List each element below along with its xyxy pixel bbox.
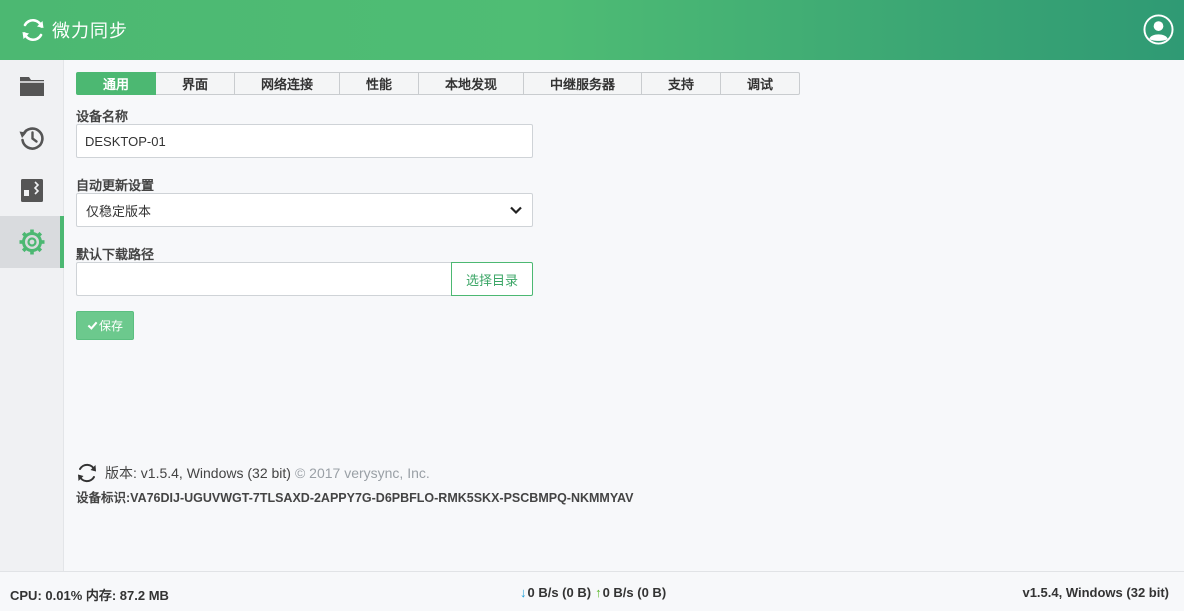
- sidebar: [0, 60, 64, 571]
- choose-directory-button[interactable]: 选择目录: [451, 262, 533, 296]
- sync-icon: [78, 463, 96, 483]
- sidebar-item-settings[interactable]: [0, 216, 64, 268]
- save-button-label: 保存: [98, 319, 123, 333]
- status-bar: CPU: 0.01% 内存: 87.2 MB ↓ 0 B/s (0 B) ↑ 0…: [0, 571, 1184, 611]
- folder-icon: [20, 77, 44, 96]
- logo: 微力同步: [20, 17, 128, 43]
- cpu-memory-status: CPU: 0.01% 内存: 87.2 MB: [10, 588, 169, 603]
- download-path-group: 选择目录: [76, 262, 533, 296]
- footer-version: v1.5.4, Windows (32 bit): [1022, 585, 1169, 600]
- download-rate: 0 B/s (0 B): [527, 585, 592, 600]
- settings-tabs: 通用 界面 网络连接 性能 本地发现 中继服务器 支持 调试: [76, 72, 800, 95]
- tab-debug[interactable]: 调试: [721, 72, 800, 95]
- upload-rate: 0 B/s (0 B): [602, 585, 667, 600]
- app-title: 微力同步: [52, 21, 128, 41]
- sync-logo-icon: [22, 18, 44, 42]
- sidebar-item-devices[interactable]: [0, 164, 64, 216]
- download-path-label: 默认下载路径: [76, 247, 155, 262]
- history-icon: [19, 127, 44, 150]
- save-button[interactable]: 保存: [76, 311, 134, 340]
- app-header: 微力同步: [0, 0, 1184, 60]
- sidebar-item-history[interactable]: [0, 112, 64, 164]
- user-avatar-icon[interactable]: [1143, 14, 1174, 45]
- version-info: 版本: v1.5.4, Windows (32 bit) © 2017 very…: [76, 462, 430, 484]
- upload-arrow-icon: ↑: [595, 585, 602, 600]
- device-name-input[interactable]: [76, 124, 533, 158]
- version-text: 版本: v1.5.4, Windows (32 bit): [105, 465, 291, 481]
- sidebar-item-folders[interactable]: [0, 60, 64, 112]
- auto-update-selected-value: 仅稳定版本: [86, 203, 152, 219]
- device-icon: [21, 179, 43, 202]
- tab-local-discovery[interactable]: 本地发现: [419, 72, 524, 95]
- tab-performance[interactable]: 性能: [340, 72, 419, 95]
- tab-support[interactable]: 支持: [642, 72, 721, 95]
- check-icon: [87, 321, 98, 330]
- auto-update-select[interactable]: 仅稳定版本: [76, 193, 533, 227]
- transfer-rate-status: ↓ 0 B/s (0 B) ↑ 0 B/s (0 B): [520, 585, 666, 600]
- tab-interface[interactable]: 界面: [156, 72, 235, 95]
- chevron-down-icon: [510, 206, 522, 215]
- download-arrow-icon: ↓: [520, 585, 527, 600]
- copyright-text: © 2017 verysync, Inc.: [294, 465, 430, 481]
- auto-update-label: 自动更新设置: [76, 178, 155, 193]
- tab-network[interactable]: 网络连接: [235, 72, 340, 95]
- tab-general[interactable]: 通用: [76, 72, 156, 95]
- download-path-input[interactable]: [76, 262, 451, 296]
- device-id: 设备标识:VA76DIJ-UGUVWGT-7TLSAXD-2APPY7G-D6P…: [76, 491, 634, 505]
- device-name-label: 设备名称: [76, 109, 129, 124]
- gear-icon: [19, 229, 45, 255]
- tab-relay-servers[interactable]: 中继服务器: [524, 72, 642, 95]
